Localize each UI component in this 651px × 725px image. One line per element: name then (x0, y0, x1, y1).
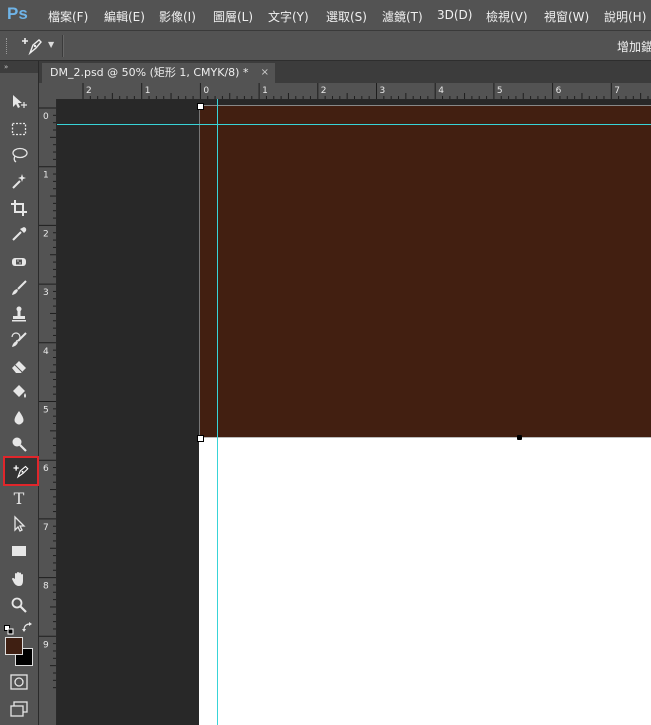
anchor-point-bottom-mid[interactable] (517, 435, 522, 440)
type-icon[interactable]: T (7, 487, 31, 509)
add-anchor-pen-icon[interactable] (20, 36, 44, 56)
vertical-ruler[interactable]: 0 1 2 3 4 5 6 7 8 9 (39, 99, 57, 725)
close-tab-icon[interactable]: × (261, 63, 269, 83)
menu-window[interactable]: 視窗(W) (544, 8, 589, 25)
ruler-label: 2 (86, 86, 92, 96)
ruler-label: 9 (43, 640, 49, 650)
eraser-icon[interactable] (7, 355, 31, 377)
stamp-icon[interactable] (7, 303, 31, 325)
droplet-icon[interactable] (7, 407, 31, 429)
menu-type[interactable]: 文字(Y) (268, 8, 309, 25)
canvas-area[interactable] (57, 99, 651, 725)
ruler-label: 5 (43, 406, 49, 416)
ruler-label: 3 (43, 288, 49, 298)
crop-icon[interactable] (7, 197, 31, 219)
bandage-icon[interactable] (7, 251, 31, 273)
anchor-point-top-left[interactable] (197, 103, 204, 110)
tools-panel: » T (0, 61, 39, 725)
ruler-label: 2 (43, 229, 49, 239)
menu-view[interactable]: 檢視(V) (486, 8, 528, 25)
rectangle-icon[interactable] (7, 540, 31, 562)
ruler-label: 4 (438, 86, 444, 96)
rectangle-shape[interactable] (199, 105, 651, 437)
shape-path-left (199, 105, 200, 437)
menu-layer[interactable]: 圖層(L) (213, 8, 253, 25)
shape-path-bottom (199, 437, 651, 438)
vertical-guide[interactable] (217, 99, 218, 725)
ruler-label: 6 (556, 86, 562, 96)
eyedropper-icon[interactable] (7, 223, 31, 245)
paint-bucket-icon[interactable] (7, 381, 31, 403)
tool-preset-dropdown-icon[interactable]: ▼ (48, 40, 54, 49)
ruler-origin[interactable] (39, 83, 58, 100)
anchor-point-bottom-left[interactable] (197, 435, 204, 442)
tools-panel-header[interactable]: » (0, 61, 38, 73)
quick-mask-icon[interactable] (10, 674, 28, 690)
options-bar: ▼ 增加錨 (0, 31, 651, 61)
history-brush-icon[interactable] (7, 329, 31, 351)
ruler-label: 5 (497, 86, 503, 96)
add-anchor-pen-icon[interactable] (3, 456, 39, 486)
foreground-color-swatch[interactable] (5, 637, 23, 655)
document-tab-bar: DM_2.psd @ 50% (矩形 1, CMYK/8) * × (39, 61, 651, 83)
horizontal-guide[interactable] (57, 124, 651, 125)
ruler-label: 6 (43, 464, 49, 474)
default-colors-icon[interactable] (4, 620, 14, 635)
ruler-label: 1 (43, 171, 49, 181)
hand-icon[interactable] (7, 568, 31, 590)
marquee-icon[interactable] (7, 118, 31, 140)
ruler-label: 1 (262, 86, 268, 96)
ruler-label: 7 (43, 523, 49, 533)
document-tab[interactable]: DM_2.psd @ 50% (矩形 1, CMYK/8) * × (42, 63, 275, 83)
vertical-ruler-ticks: 0 1 2 3 4 5 6 7 8 9 (39, 107, 56, 689)
menu-bar: Ps 檔案(F) 編輯(E) 影像(I) 圖層(L) 文字(Y) 選取(S) 濾… (0, 0, 651, 31)
ruler-label: 0 (43, 112, 49, 122)
shape-path-top (199, 105, 651, 106)
lasso-icon[interactable] (7, 144, 31, 166)
dodge-icon[interactable] (7, 433, 31, 455)
move-icon[interactable] (7, 91, 31, 113)
ruler-label: 3 (380, 86, 386, 96)
ruler-label: 7 (614, 86, 620, 96)
ruler-label: 1 (145, 86, 151, 96)
options-bar-grip[interactable] (6, 38, 11, 54)
options-right-label[interactable]: 增加錨 (617, 38, 651, 55)
horizontal-ruler-ticks: 2 1 0 1 2 3 4 5 6 7 (82, 83, 649, 99)
menu-select[interactable]: 選取(S) (326, 8, 367, 25)
collapse-icon[interactable]: » (4, 61, 8, 73)
direct-select-arrow-icon[interactable] (7, 513, 31, 535)
horizontal-ruler[interactable]: 2 1 0 1 2 3 4 5 6 7 (57, 83, 651, 100)
magic-wand-icon[interactable] (7, 170, 31, 192)
menu-filter[interactable]: 濾鏡(T) (382, 8, 423, 25)
ruler-label: 2 (321, 86, 327, 96)
ruler-label: 0 (203, 86, 209, 96)
menu-edit[interactable]: 編輯(E) (104, 8, 145, 25)
ruler-label: 8 (43, 582, 49, 592)
options-divider (62, 35, 64, 57)
menu-image[interactable]: 影像(I) (159, 8, 196, 25)
menu-file[interactable]: 檔案(F) (48, 8, 88, 25)
swap-colors-icon[interactable] (22, 619, 34, 632)
document-tab-title: DM_2.psd @ 50% (矩形 1, CMYK/8) * (50, 66, 249, 79)
zoom-icon[interactable] (7, 594, 31, 616)
brush-icon[interactable] (7, 277, 31, 299)
ruler-label: 4 (43, 347, 49, 357)
screen-mode-icon[interactable] (10, 701, 28, 717)
menu-help[interactable]: 說明(H) (604, 8, 646, 25)
menu-3d[interactable]: 3D(D) (437, 8, 472, 22)
photoshop-logo: Ps (7, 4, 28, 23)
